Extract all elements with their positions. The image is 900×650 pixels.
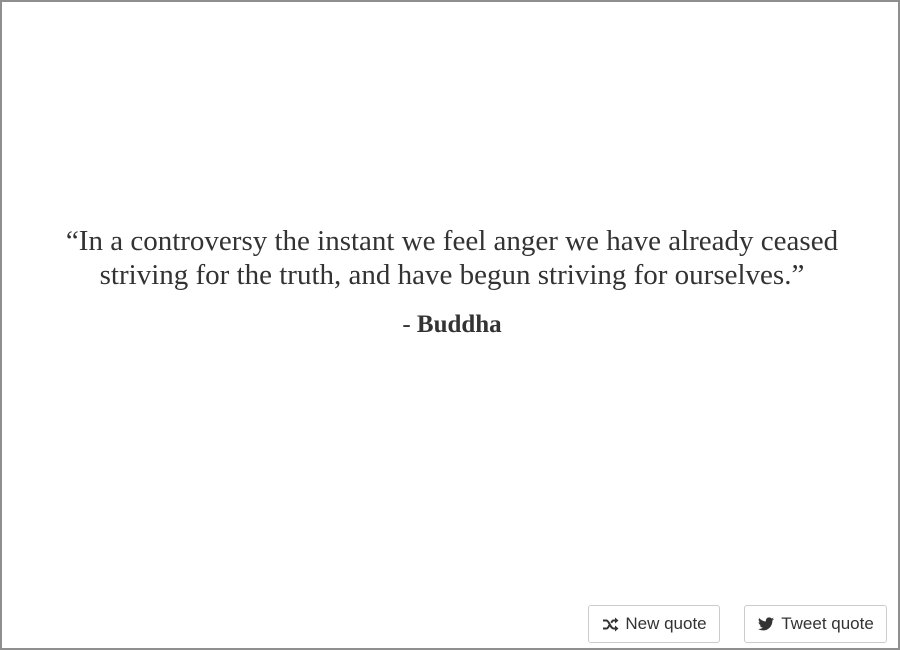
quote-close-mark: ” xyxy=(791,259,805,291)
quote-body: In a controversy the instant we feel ang… xyxy=(78,225,839,291)
shuffle-icon xyxy=(601,615,619,633)
tweet-quote-label: Tweet quote xyxy=(781,614,874,633)
quote-machine-window: “In a controversy the instant we feel an… xyxy=(0,0,900,650)
author-prefix: - xyxy=(402,311,417,338)
quote-block: “In a controversy the instant we feel an… xyxy=(62,224,842,340)
twitter-icon xyxy=(757,615,775,633)
new-quote-label: New quote xyxy=(625,614,707,633)
quote-text: “In a controversy the instant we feel an… xyxy=(62,224,842,292)
quote-open-mark: “ xyxy=(65,225,79,257)
author-name: Buddha xyxy=(416,311,502,338)
tweet-quote-button[interactable]: Tweet quote xyxy=(744,605,887,643)
new-quote-button[interactable]: New quote xyxy=(588,605,720,643)
quote-author: - Buddha xyxy=(62,310,842,340)
